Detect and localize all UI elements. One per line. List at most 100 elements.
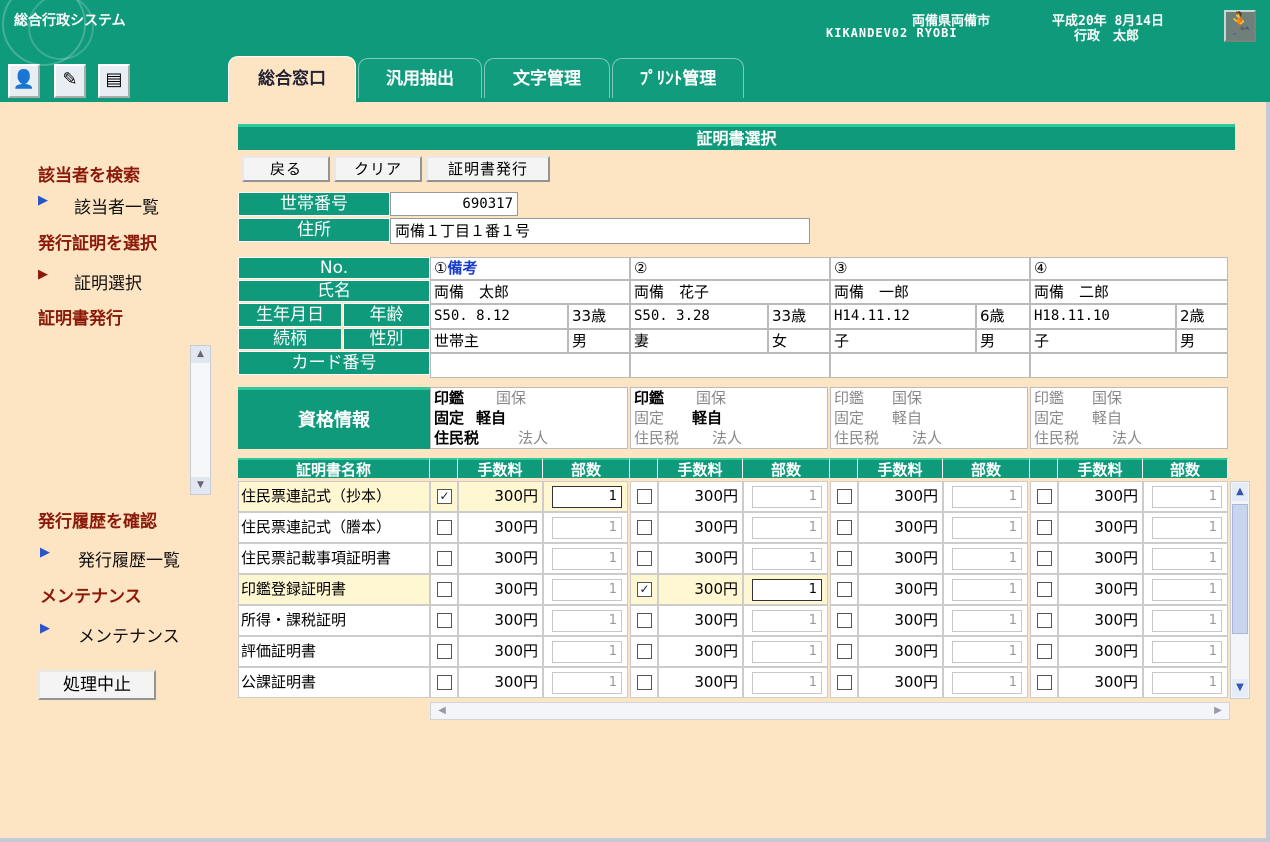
table-vertical-scrollbar[interactable]: ▲ ▼	[1230, 481, 1250, 699]
household-number-label: 世帯番号	[238, 192, 390, 216]
cert-checkbox[interactable]	[837, 520, 852, 535]
back-button[interactable]: 戻る	[242, 156, 330, 182]
cert-count-input[interactable]: 1	[1152, 641, 1222, 663]
cert-count-input[interactable]: 1	[1152, 486, 1222, 508]
cert-count-input[interactable]: 1	[952, 579, 1022, 601]
sidebar-scrollbar[interactable]: ▲ ▼	[190, 345, 211, 495]
person-2-age: 33歳	[768, 304, 830, 329]
scroll-left-icon[interactable]: ◀	[433, 703, 451, 719]
cert-checkbox[interactable]	[1037, 675, 1052, 690]
cert-count-input[interactable]: 1	[552, 672, 622, 694]
terminal-id: KIKANDEV02 RYOBI	[826, 26, 958, 40]
scroll-up-icon[interactable]: ▲	[1232, 483, 1248, 501]
cert-count-input[interactable]: 1	[952, 641, 1022, 663]
cert-count-input[interactable]: 1	[752, 548, 822, 570]
cert-count-input[interactable]: 1	[1152, 517, 1222, 539]
cert-checkbox[interactable]	[437, 644, 452, 659]
cert-checkbox[interactable]	[437, 551, 452, 566]
cert-count-input[interactable]: 1	[952, 672, 1022, 694]
person-4-cert-check-cell	[1030, 605, 1058, 636]
person-1-note[interactable]: 備考	[447, 259, 477, 277]
cert-checkbox[interactable]	[1037, 551, 1052, 566]
cert-fee: 300円	[658, 543, 743, 574]
person-3-cert-check-cell	[830, 605, 858, 636]
cert-checkbox[interactable]	[1037, 520, 1052, 535]
sidebar-item-history-list[interactable]: 発行履歴一覧	[78, 546, 180, 571]
cert-checkbox[interactable]	[437, 582, 452, 597]
table-horizontal-scrollbar[interactable]: ◀ ▶	[430, 702, 1230, 720]
cert-checkbox[interactable]	[637, 551, 652, 566]
cert-checkbox[interactable]	[1037, 644, 1052, 659]
clear-button[interactable]: クリア	[334, 156, 422, 182]
cert-count-input[interactable]: 1	[752, 672, 822, 694]
cert-count-input[interactable]: 1	[752, 579, 822, 601]
edit-icon[interactable]: ✎	[54, 64, 86, 98]
cert-count-input[interactable]: 1	[952, 517, 1022, 539]
windows-icon[interactable]: ▤	[98, 64, 130, 98]
cert-count-input[interactable]: 1	[752, 486, 822, 508]
scroll-down-icon[interactable]: ▼	[191, 477, 210, 494]
tab-character-management[interactable]: 文字管理	[484, 58, 610, 98]
scroll-right-icon[interactable]: ▶	[1209, 703, 1227, 719]
scroll-down-icon[interactable]: ▼	[1232, 679, 1248, 697]
cert-checkbox[interactable]	[637, 613, 652, 628]
cert-count-input[interactable]: 1	[552, 641, 622, 663]
cert-count-input[interactable]: 1	[552, 486, 622, 508]
cert-count-input[interactable]: 1	[1152, 548, 1222, 570]
sex-label: 性別	[343, 328, 430, 350]
stop-processing-button[interactable]: 処理中止	[38, 670, 156, 700]
scroll-thumb[interactable]	[1232, 504, 1248, 634]
cert-count-input[interactable]: 1	[552, 548, 622, 570]
cert-fee: 300円	[658, 512, 743, 543]
cert-count-input[interactable]: 1	[1152, 672, 1222, 694]
tab-general-extract[interactable]: 汎用抽出	[358, 58, 482, 98]
cert-checkbox[interactable]	[637, 489, 652, 504]
cert-checkbox[interactable]: ✓	[637, 582, 652, 597]
cert-fee: 300円	[458, 605, 543, 636]
cert-checkbox[interactable]	[437, 675, 452, 690]
cert-checkbox[interactable]	[437, 613, 452, 628]
cert-checkbox[interactable]	[837, 644, 852, 659]
sidebar-item-maintenance[interactable]: メンテナンス	[78, 622, 180, 647]
household-number-field[interactable]: 690317	[390, 192, 518, 216]
cert-count-input[interactable]: 1	[952, 486, 1022, 508]
person-3-birthdate: H14.11.12	[830, 304, 976, 329]
cert-checkbox[interactable]	[637, 520, 652, 535]
cert-checkbox[interactable]	[1037, 489, 1052, 504]
scroll-up-icon[interactable]: ▲	[191, 346, 210, 363]
cert-checkbox[interactable]: ✓	[437, 489, 452, 504]
check-header	[630, 458, 658, 478]
tab-print-management[interactable]: ﾌﾟﾘﾝﾄ管理	[612, 58, 744, 98]
cert-checkbox[interactable]	[837, 613, 852, 628]
cert-checkbox[interactable]	[637, 644, 652, 659]
sidebar-item-person-list[interactable]: 該当者一覧	[74, 193, 159, 218]
cert-count-input[interactable]: 1	[952, 548, 1022, 570]
cert-checkbox[interactable]	[837, 675, 852, 690]
sidebar-head-issue[interactable]: 証明書発行	[38, 304, 123, 329]
cert-count-input[interactable]: 1	[752, 641, 822, 663]
cert-count-input[interactable]: 1	[752, 517, 822, 539]
person-4-qualification: 印鑑 国保 固定 軽自 住民税 法人	[1030, 387, 1228, 449]
cert-checkbox[interactable]	[837, 551, 852, 566]
cert-checkbox[interactable]	[837, 582, 852, 597]
cert-count-input[interactable]: 1	[552, 579, 622, 601]
cert-count-input[interactable]: 1	[1152, 579, 1222, 601]
cert-count-input[interactable]: 1	[552, 610, 622, 632]
tab-general-window[interactable]: 総合窓口	[228, 56, 356, 102]
cert-checkbox[interactable]	[1037, 613, 1052, 628]
issue-cert-button[interactable]: 証明書発行	[426, 156, 550, 182]
cert-checkbox[interactable]	[1037, 582, 1052, 597]
cert-count-input[interactable]: 1	[1152, 610, 1222, 632]
sidebar-item-cert-select[interactable]: 証明選択	[74, 269, 142, 294]
cert-count-input[interactable]: 1	[552, 517, 622, 539]
cert-checkbox[interactable]	[637, 675, 652, 690]
cert-count-input[interactable]: 1	[952, 610, 1022, 632]
cert-count-input[interactable]: 1	[752, 610, 822, 632]
person-search-icon[interactable]: 👤	[8, 64, 40, 98]
person-2-cert-check-cell	[630, 543, 658, 574]
cert-checkbox[interactable]	[437, 520, 452, 535]
exit-icon[interactable]: 🏃	[1224, 10, 1256, 42]
address-field[interactable]: 両備１丁目１番１号	[390, 218, 810, 244]
cert-checkbox[interactable]	[837, 489, 852, 504]
qual-juminzei: 住民税	[834, 429, 880, 447]
